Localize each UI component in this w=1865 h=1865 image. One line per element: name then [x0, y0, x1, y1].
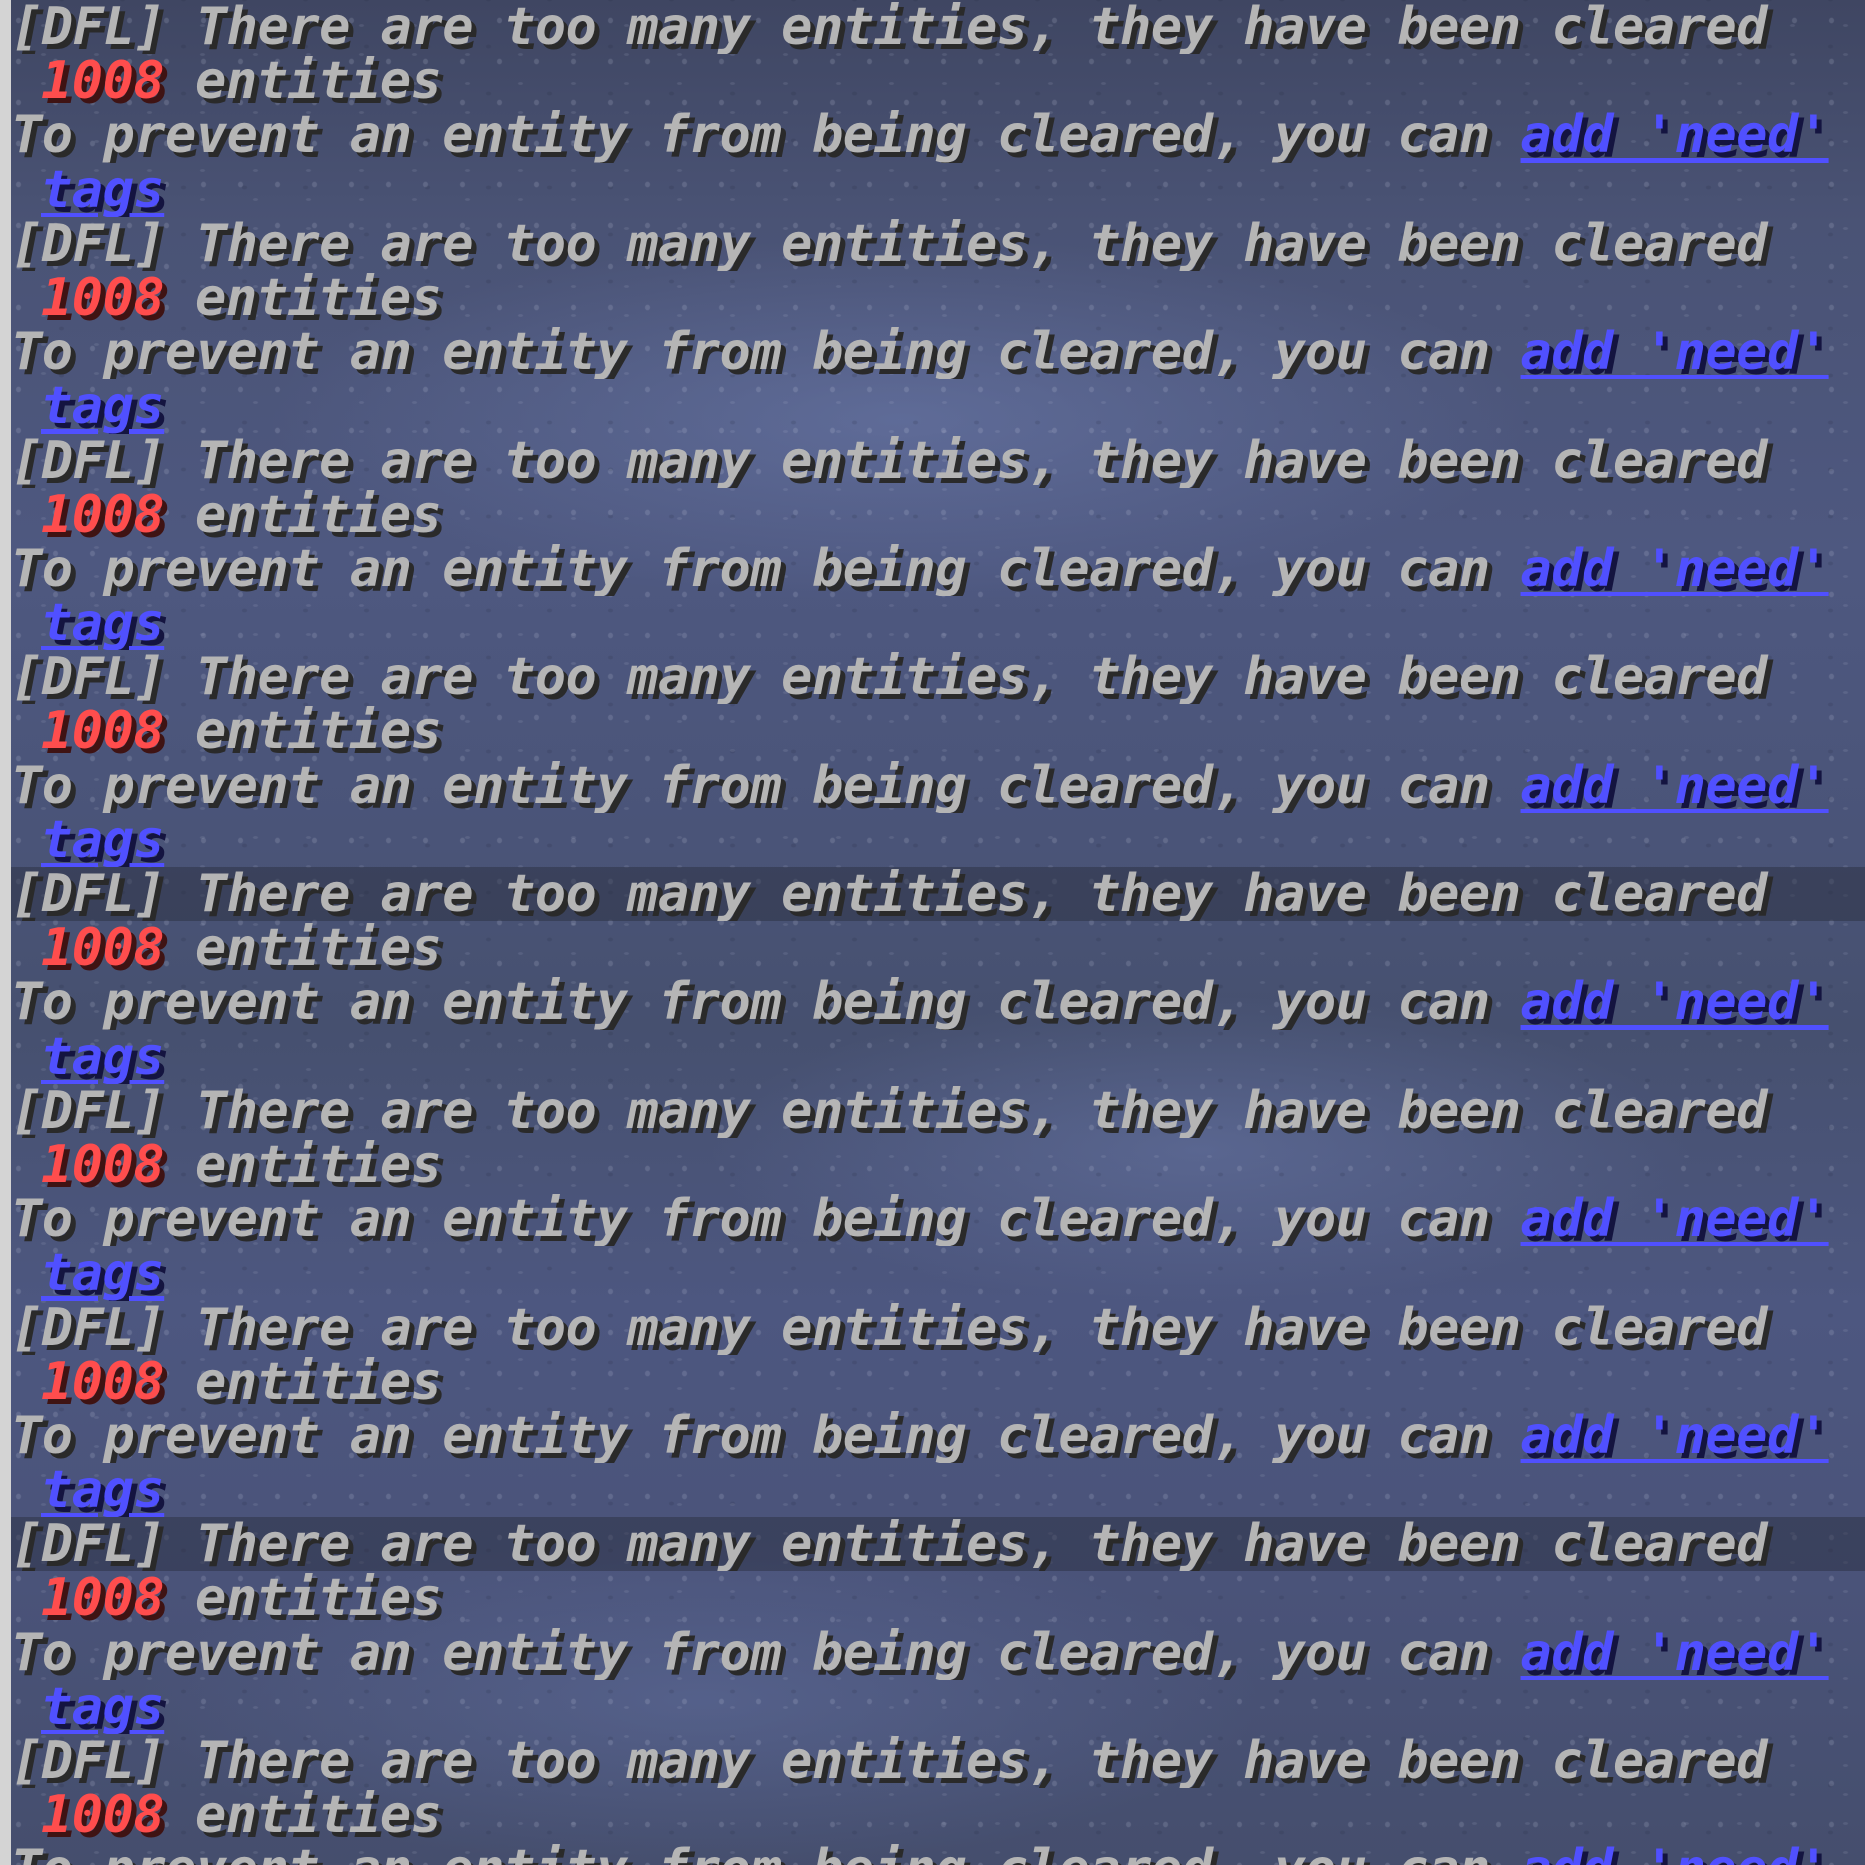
prevent-hint-text: To prevent an entity from being cleared,…	[11, 1408, 1521, 1464]
entity-count: 1008	[41, 487, 165, 542]
entity-count: 1008	[41, 1571, 165, 1626]
tags-link[interactable]: tags	[41, 163, 165, 217]
chat-scrollbar[interactable]	[0, 0, 11, 1865]
prevent-hint-line: To prevent an entity from being cleared,…	[11, 1842, 1865, 1865]
entity-count: 1008	[41, 1137, 165, 1193]
tags-link-line: tags	[11, 1680, 1865, 1734]
add-need-tag-link[interactable]: add 'need'	[1521, 1626, 1830, 1680]
chat-log: [DFL] There are too many entities, they …	[11, 0, 1865, 1865]
entity-count-suffix: entities	[164, 1137, 442, 1193]
tags-link-line: tags	[11, 1463, 1865, 1517]
chat-message: [DFL] There are too many entities, they …	[11, 867, 1865, 1084]
clear-notice-line: [DFL] There are too many entities, they …	[11, 0, 1767, 55]
prevent-hint-line: To prevent an entity from being cleared,…	[11, 108, 1865, 162]
entity-count-suffix: entities	[164, 487, 442, 542]
tags-link-line: tags	[11, 1030, 1865, 1084]
tags-link[interactable]: tags	[41, 813, 165, 867]
entity-count-suffix: entities	[164, 1354, 442, 1409]
entity-count-suffix: entities	[164, 1788, 442, 1843]
prevent-hint-line: To prevent an entity from being cleared,…	[11, 1409, 1865, 1463]
prevent-hint-text: To prevent an entity from being cleared,…	[11, 325, 1521, 380]
tags-link[interactable]: tags	[41, 379, 165, 433]
add-need-tag-link[interactable]: add 'need'	[1521, 108, 1830, 162]
chat-message: [DFL] There are too many entities, they …	[11, 650, 1865, 867]
entity-count-line: 1008 entities	[11, 1355, 1865, 1409]
chat-message: [DFL] There are too many entities, they …	[11, 434, 1865, 651]
add-need-tag-link[interactable]: add 'need'	[1521, 1842, 1830, 1865]
prevent-hint-line: To prevent an entity from being cleared,…	[11, 759, 1865, 813]
entity-count-line: 1008 entities	[11, 1788, 1865, 1842]
clear-notice-line: [DFL] There are too many entities, they …	[11, 1300, 1767, 1355]
prevent-hint-text: To prevent an entity from being cleared,…	[11, 1625, 1521, 1680]
tags-link[interactable]: tags	[41, 1246, 165, 1300]
chat-message: [DFL] There are too many entities, they …	[11, 1301, 1865, 1518]
entity-count-line: 1008 entities	[11, 271, 1865, 325]
tags-link-line: tags	[11, 163, 1865, 217]
entity-count: 1008	[41, 921, 165, 976]
clear-notice-line: [DFL] There are too many entities, they …	[11, 1083, 1767, 1138]
entity-count-line: 1008 entities	[11, 1138, 1865, 1192]
prevent-hint-text: To prevent an entity from being cleared,…	[11, 541, 1521, 597]
add-need-tag-link[interactable]: add 'need'	[1521, 1192, 1830, 1246]
clear-notice-line: [DFL] There are too many entities, they …	[11, 1734, 1767, 1789]
entity-count-suffix: entities	[164, 921, 442, 976]
entity-count: 1008	[41, 1354, 165, 1409]
clear-notice-line: [DFL] There are too many entities, they …	[11, 433, 1767, 488]
entity-count: 1008	[41, 704, 165, 759]
tags-link[interactable]: tags	[41, 1030, 165, 1084]
prevent-hint-line: To prevent an entity from being cleared,…	[11, 542, 1865, 596]
entity-count: 1008	[41, 270, 165, 326]
entity-count-suffix: entities	[164, 270, 442, 326]
entity-count-line: 1008 entities	[11, 488, 1865, 542]
chat-message: [DFL] There are too many entities, they …	[11, 0, 1865, 217]
chat-message: [DFL] There are too many entities, they …	[11, 217, 1865, 434]
tags-link[interactable]: tags	[41, 596, 165, 650]
tags-link-line: tags	[11, 596, 1865, 650]
chat-message: [DFL] There are too many entities, they …	[11, 1517, 1865, 1734]
prevent-hint-text: To prevent an entity from being cleared,…	[11, 1842, 1521, 1865]
prevent-hint-line: To prevent an entity from being cleared,…	[11, 975, 1865, 1029]
prevent-hint-line: To prevent an entity from being cleared,…	[11, 1192, 1865, 1246]
add-need-tag-link[interactable]: add 'need'	[1521, 975, 1830, 1029]
entity-count-suffix: entities	[164, 1571, 442, 1626]
entity-count: 1008	[41, 1788, 165, 1843]
tags-link-line: tags	[11, 813, 1865, 867]
chat-message: [DFL] There are too many entities, they …	[11, 1084, 1865, 1301]
add-need-tag-link[interactable]: add 'need'	[1521, 1409, 1830, 1463]
prevent-hint-text: To prevent an entity from being cleared,…	[11, 975, 1521, 1030]
prevent-hint-text: To prevent an entity from being cleared,…	[11, 758, 1521, 813]
add-need-tag-link[interactable]: add 'need'	[1521, 542, 1830, 596]
prevent-hint-text: To prevent an entity from being cleared,…	[11, 108, 1521, 163]
tags-link-line: tags	[11, 379, 1865, 433]
add-need-tag-link[interactable]: add 'need'	[1521, 325, 1830, 379]
entity-count-line: 1008 entities	[11, 1571, 1865, 1625]
game-screen: [DFL] There are too many entities, they …	[0, 0, 1865, 1865]
prevent-hint-line: To prevent an entity from being cleared,…	[11, 325, 1865, 379]
clear-notice-line: [DFL] There are too many entities, they …	[11, 216, 1767, 271]
chat-message: [DFL] There are too many entities, they …	[11, 1734, 1865, 1865]
entity-count-suffix: entities	[164, 54, 442, 109]
entity-count: 1008	[41, 54, 165, 109]
entity-count-line: 1008 entities	[11, 704, 1865, 758]
add-need-tag-link[interactable]: add 'need'	[1521, 759, 1830, 813]
clear-notice-line: [DFL] There are too many entities, they …	[11, 867, 1865, 922]
tags-link-line: tags	[11, 1246, 1865, 1300]
entity-count-line: 1008 entities	[11, 921, 1865, 975]
tags-link[interactable]: tags	[41, 1680, 165, 1734]
clear-notice-line: [DFL] There are too many entities, they …	[11, 650, 1767, 705]
tags-link[interactable]: tags	[41, 1463, 165, 1517]
clear-notice-line: [DFL] There are too many entities, they …	[11, 1517, 1865, 1572]
prevent-hint-text: To prevent an entity from being cleared,…	[11, 1192, 1521, 1247]
entity-count-suffix: entities	[164, 704, 442, 759]
entity-count-line: 1008 entities	[11, 54, 1865, 108]
prevent-hint-line: To prevent an entity from being cleared,…	[11, 1626, 1865, 1680]
